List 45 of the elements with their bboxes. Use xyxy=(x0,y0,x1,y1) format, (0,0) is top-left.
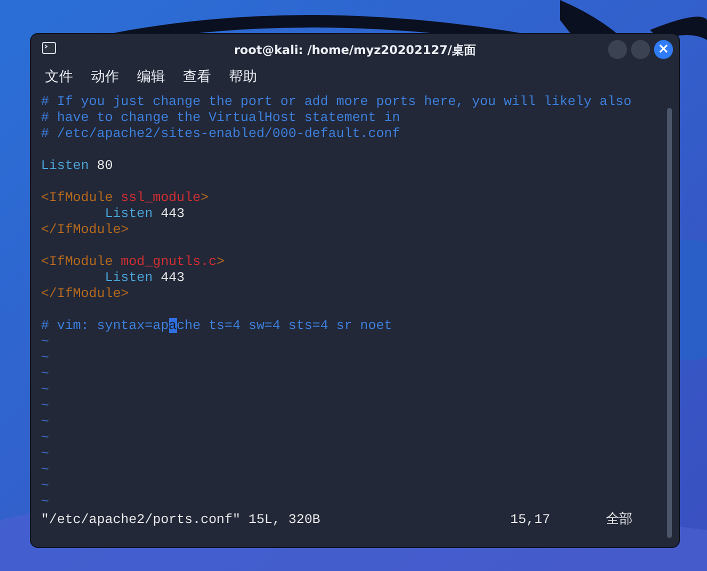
port-number: 443 xyxy=(160,206,185,221)
port-number: 80 xyxy=(96,158,113,173)
module-tag: </IfModule> xyxy=(41,286,129,301)
module-tag: <IfModule xyxy=(41,254,113,269)
comment-text: # If you just change the port or add more ports here, you will likely also xyxy=(41,94,632,109)
empty-line-marker: ~ xyxy=(41,494,49,509)
menu-item[interactable]: 查看 xyxy=(183,67,211,88)
directive-keyword: Listen xyxy=(41,158,89,173)
menu-item[interactable]: 文件 xyxy=(45,67,73,88)
comment-text: # have to change the VirtualHost statement in xyxy=(41,110,400,125)
empty-line-marker: ~ xyxy=(41,414,49,429)
menu-item[interactable]: 动作 xyxy=(91,67,119,88)
empty-line-marker: ~ xyxy=(41,334,49,349)
empty-line-marker: ~ xyxy=(41,478,49,493)
empty-line-marker: ~ xyxy=(41,350,49,365)
menu-item[interactable]: 编辑 xyxy=(137,67,165,88)
module-tag: </IfModule> xyxy=(41,222,129,237)
scrollbar[interactable] xyxy=(667,108,672,538)
empty-line-marker: ~ xyxy=(41,398,49,413)
scroll-position: 全部 xyxy=(606,510,632,529)
terminal-icon xyxy=(42,42,56,54)
cursor-position: 15,17 xyxy=(510,511,550,529)
window-title: root@kali: /home/myz20202127/桌面 xyxy=(234,43,476,57)
menu-item[interactable]: 帮助 xyxy=(229,67,257,88)
text-cursor: a xyxy=(168,318,177,333)
module-name: mod_gnutls.c xyxy=(120,254,217,269)
directive-keyword: Listen xyxy=(104,206,153,221)
module-name: ssl_module xyxy=(120,190,201,205)
empty-line-marker: ~ xyxy=(41,366,49,381)
close-button[interactable]: × xyxy=(654,40,673,59)
module-tag: <IfModule xyxy=(41,190,113,205)
module-tag: > xyxy=(216,254,225,269)
minimize-button[interactable] xyxy=(608,40,627,59)
empty-line-marker: ~ xyxy=(41,462,49,477)
empty-line-marker: ~ xyxy=(41,446,49,461)
empty-line-marker: ~ xyxy=(41,382,49,397)
maximize-button[interactable] xyxy=(631,40,650,59)
port-number: 443 xyxy=(160,270,185,285)
directive-keyword: Listen xyxy=(104,270,153,285)
module-tag: > xyxy=(200,190,209,205)
comment-text: # /etc/apache2/sites-enabled/000-default.conf xyxy=(41,126,400,141)
file-info: "/etc/apache2/ports.conf" 15L, 320B xyxy=(41,511,320,529)
comment-text: che ts=4 sw=4 sts=4 sr noet xyxy=(176,318,392,333)
empty-line-marker: ~ xyxy=(41,430,49,445)
comment-text: # vim: syntax=ap xyxy=(41,318,169,333)
